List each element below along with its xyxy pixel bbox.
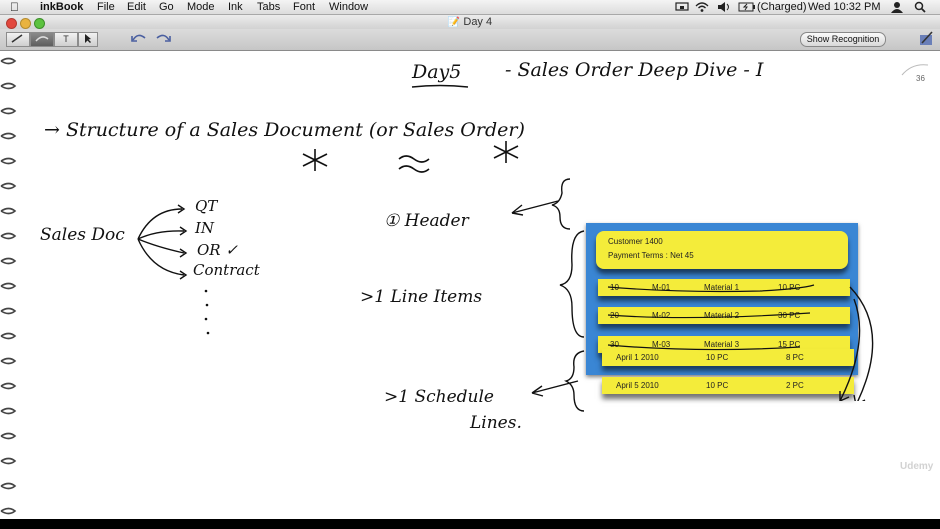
header-note-text: ① Header bbox=[384, 211, 469, 231]
menu-window[interactable]: Window bbox=[329, 0, 368, 14]
branch-in-text: IN bbox=[195, 219, 215, 237]
spiral-ring bbox=[0, 357, 17, 365]
pen-settings-icon[interactable] bbox=[917, 30, 935, 48]
menubar-clock[interactable]: Wed 10:32 PM bbox=[808, 0, 881, 14]
spotlight-search-icon[interactable] bbox=[914, 1, 926, 13]
battery-status: (Charged) bbox=[757, 1, 807, 13]
document-icon: 📝 bbox=[447, 17, 461, 28]
battery-icon[interactable] bbox=[738, 2, 756, 12]
branch-contract-text: Contract bbox=[193, 261, 260, 279]
title-topic-text: - Sales Order Deep Dive - I bbox=[505, 59, 764, 81]
branch-or-text: OR ✓ bbox=[197, 241, 238, 259]
annotation-arrows-icon bbox=[511, 178, 585, 412]
menu-bar:  inkBook File Edit Go Mode Ink Tabs Fon… bbox=[0, 0, 940, 15]
slide-ink-marks-icon bbox=[607, 284, 874, 401]
page-curl-icon[interactable] bbox=[898, 61, 930, 87]
window-title-bar: 📝 Day 4 bbox=[0, 15, 940, 29]
text-tool-label: T bbox=[63, 34, 69, 44]
spiral-ring bbox=[0, 432, 17, 440]
text-tool-button[interactable]: T bbox=[54, 32, 78, 47]
spiral-binding-icon bbox=[0, 57, 17, 515]
title-underline-icon bbox=[411, 84, 469, 88]
window-title-text: Day 4 bbox=[463, 16, 493, 28]
spiral-ring bbox=[0, 207, 17, 215]
spiral-ring bbox=[0, 182, 17, 190]
apple-menu-icon[interactable]:  bbox=[10, 0, 19, 14]
spiral-ring bbox=[0, 82, 17, 90]
spiral-ring bbox=[0, 507, 17, 515]
menu-tabs[interactable]: Tabs bbox=[257, 0, 280, 14]
screen-mirror-icon[interactable] bbox=[675, 2, 689, 12]
bottom-black-strip bbox=[0, 519, 940, 529]
menu-edit[interactable]: Edit bbox=[127, 0, 146, 14]
menu-ink[interactable]: Ink bbox=[228, 0, 243, 14]
select-tool-button[interactable] bbox=[78, 32, 98, 47]
spiral-ring bbox=[0, 257, 17, 265]
page-number: 36 bbox=[916, 74, 925, 83]
spiral-ring bbox=[0, 282, 17, 290]
star-left-icon bbox=[302, 149, 328, 171]
app-menu[interactable]: inkBook bbox=[40, 0, 83, 14]
highlighter-tool-button[interactable] bbox=[30, 32, 54, 47]
spiral-ring bbox=[0, 107, 17, 115]
show-recognition-button[interactable]: Show Recognition bbox=[800, 32, 886, 47]
spiral-ring bbox=[0, 157, 17, 165]
spiral-ring bbox=[0, 132, 17, 140]
tree-branches-icon bbox=[137, 204, 188, 280]
menu-font[interactable]: Font bbox=[293, 0, 315, 14]
undo-icon[interactable] bbox=[130, 31, 148, 47]
approx-icon bbox=[398, 155, 430, 173]
user-icon[interactable] bbox=[891, 1, 903, 13]
menu-file[interactable]: File bbox=[97, 0, 115, 14]
star-right-icon bbox=[493, 141, 519, 163]
structure-heading-text: → Structure of a Sales Document (or Sale… bbox=[44, 119, 525, 141]
title-day-text: Day5 bbox=[412, 61, 462, 83]
pen-icon bbox=[11, 34, 23, 43]
sales-doc-text: Sales Doc bbox=[40, 225, 125, 245]
spiral-ring bbox=[0, 332, 17, 340]
spiral-ring bbox=[0, 382, 17, 390]
line-items-note-text: >1 Line Items bbox=[360, 287, 483, 307]
ellipsis-dots-icon bbox=[204, 289, 210, 335]
spiral-ring bbox=[0, 407, 17, 415]
eraser-icon bbox=[35, 36, 49, 42]
volume-icon[interactable] bbox=[717, 2, 731, 12]
window-title: 📝 Day 4 bbox=[0, 15, 940, 30]
toolbar: T Show Recognition bbox=[0, 29, 940, 51]
spiral-ring bbox=[0, 307, 17, 315]
spiral-ring bbox=[0, 482, 17, 490]
spiral-ring bbox=[0, 232, 17, 240]
cursor-icon bbox=[85, 34, 91, 43]
pen-tool-button[interactable] bbox=[6, 32, 30, 47]
schedule-note-text: >1 Schedule bbox=[384, 387, 494, 407]
wifi-icon[interactable] bbox=[695, 1, 709, 13]
menu-go[interactable]: Go bbox=[159, 0, 174, 14]
menu-mode[interactable]: Mode bbox=[187, 0, 215, 14]
branch-qt-text: QT bbox=[195, 197, 218, 215]
spiral-ring bbox=[0, 457, 17, 465]
notebook-page[interactable]: 36 Day5 - Sales Order Deep Dive - I → St… bbox=[0, 51, 940, 519]
redo-icon[interactable] bbox=[154, 31, 172, 47]
udemy-watermark: Udemy bbox=[900, 461, 934, 472]
spiral-ring bbox=[0, 57, 17, 65]
